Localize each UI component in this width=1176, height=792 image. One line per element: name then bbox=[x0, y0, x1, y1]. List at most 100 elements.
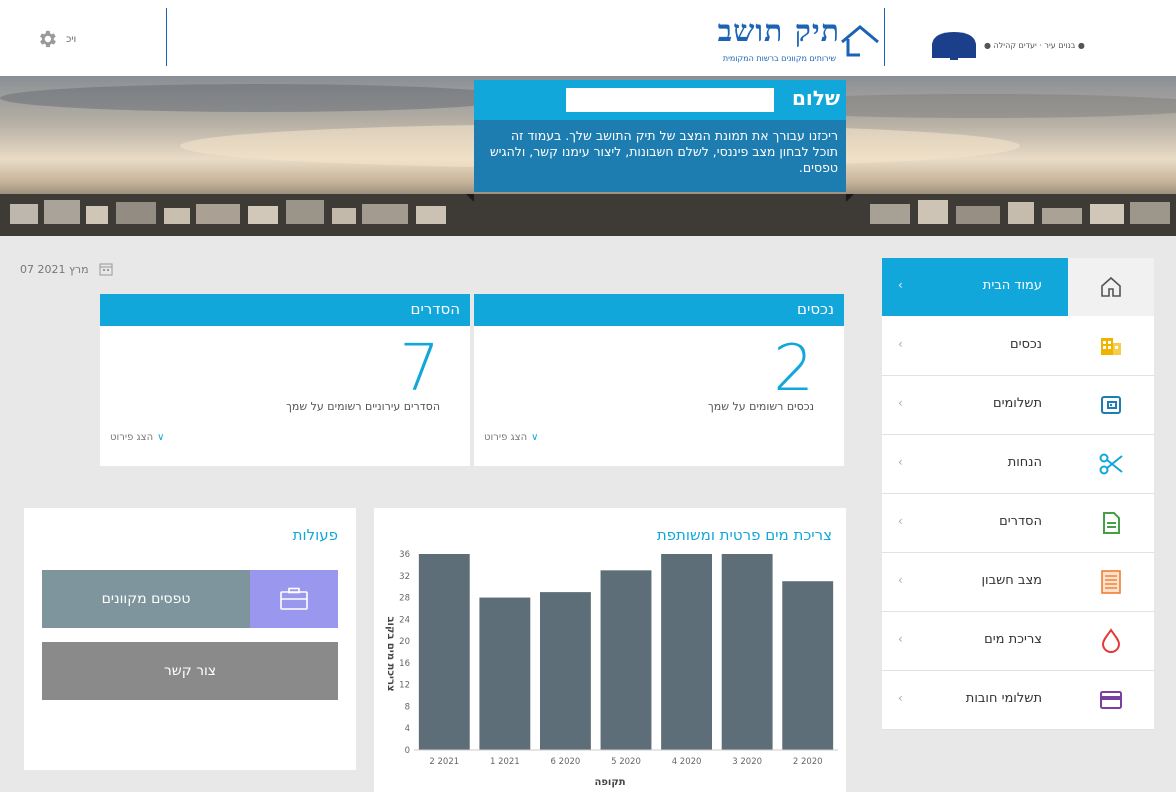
y-tick-label: 32 bbox=[399, 572, 410, 582]
icon-cell bbox=[1068, 494, 1154, 552]
chart-bar bbox=[539, 592, 591, 750]
x-tick-label: 6 2020 bbox=[551, 757, 581, 767]
y-tick-label: 20 bbox=[399, 637, 410, 647]
hero-banner: שלום ריכזנו עבורך את תמונת המצב של תיק ה… bbox=[0, 76, 1176, 236]
scissors-icon bbox=[1099, 453, 1123, 475]
show-details-label: הצג פירוט bbox=[484, 432, 528, 443]
top-header: ויכ תיק תושב שירותים מקוונים ברשות המקומ… bbox=[0, 0, 1176, 76]
card-description: הסדרים עירוניים רשומים על שמך bbox=[286, 400, 440, 413]
online-forms-button[interactable]: טפסים מקוונים bbox=[42, 570, 338, 628]
chevron-left-icon: ‹ bbox=[898, 278, 903, 292]
nav-item-properties[interactable]: ‹ נכסים bbox=[882, 317, 1154, 376]
icon-cell bbox=[1068, 435, 1154, 493]
calendar-icon bbox=[99, 263, 113, 276]
welcome-text: ריכזנו עבורך את תמונת המצב של תיק התושב … bbox=[489, 128, 838, 175]
document-icon bbox=[1103, 512, 1120, 534]
municipality-text: ● בנוים עיר · יעדים קהילה ● bbox=[984, 40, 1085, 50]
nav-item-label: מצב חשבון bbox=[981, 573, 1043, 588]
welcome-message-box: שלום ריכזנו עבורך את תמונת המצב של תיק ה… bbox=[474, 80, 846, 192]
icon-cell bbox=[1068, 376, 1154, 434]
chevron-down-icon: ∨ bbox=[157, 432, 165, 443]
card-description: נכסים רשומים על שמך bbox=[707, 400, 814, 413]
y-tick-label: 0 bbox=[405, 746, 410, 756]
nav-item-label: הסדרים bbox=[999, 514, 1042, 529]
show-details-label: הצג פירוט bbox=[110, 432, 154, 443]
logo-subtitle: שירותים מקוונים ברשות המקומית bbox=[722, 54, 836, 63]
nav-item-home[interactable]: ‹ עמוד הבית bbox=[882, 258, 1154, 317]
y-tick-label: 12 bbox=[399, 681, 410, 691]
greeting-title: שלום bbox=[791, 86, 840, 110]
gear-icon[interactable] bbox=[36, 28, 58, 50]
x-axis-label: תקופה bbox=[594, 777, 625, 788]
y-tick-label: 16 bbox=[399, 659, 410, 669]
y-tick-label: 28 bbox=[399, 594, 410, 604]
nav-item-payments[interactable]: ‹ תשלומים bbox=[882, 376, 1154, 435]
show-details-link[interactable]: הצג פירוט ∨ bbox=[110, 432, 164, 443]
chevron-left-icon: ‹ bbox=[898, 396, 903, 410]
home-icon bbox=[1101, 276, 1121, 297]
nav-item-label: תשלומים bbox=[992, 396, 1042, 411]
x-tick-label: 3 2020 bbox=[732, 757, 762, 767]
x-tick-label: 1 2021 bbox=[490, 757, 520, 767]
icon-cell bbox=[1068, 612, 1154, 670]
actions-title: פעולות bbox=[292, 526, 338, 544]
chevron-left-icon: ‹ bbox=[898, 691, 903, 705]
icon-cell bbox=[1068, 317, 1154, 375]
chevron-left-icon: ‹ bbox=[898, 337, 903, 351]
contact-us-button[interactable]: צור קשר bbox=[42, 642, 338, 700]
y-axis-label: צריכת מים בקוב bbox=[385, 616, 396, 691]
nav-item-discounts[interactable]: ‹ הנחות bbox=[882, 435, 1154, 494]
briefcase-icon-cell bbox=[250, 570, 338, 628]
chart-bar bbox=[782, 581, 834, 750]
user-menu[interactable]: ויכ bbox=[36, 28, 76, 50]
properties-card[interactable]: נכסים 2 נכסים רשומים על שמך הצג פירוט ∨ bbox=[474, 294, 844, 466]
chart-bar bbox=[600, 570, 652, 750]
nav-item-label: צריכת מים bbox=[984, 632, 1042, 647]
chart-bar bbox=[661, 554, 713, 750]
x-tick-label: 2 2021 bbox=[429, 757, 459, 767]
arrangements-card[interactable]: הסדרים 7 הסדרים עירוניים רשומים על שמך ה… bbox=[100, 294, 470, 466]
nav-item-label: תשלומי חובות bbox=[965, 691, 1042, 706]
nav-item-account-status[interactable]: ‹ מצב חשבון bbox=[882, 553, 1154, 612]
y-tick-label: 8 bbox=[405, 702, 410, 712]
ledger-icon bbox=[1101, 570, 1121, 594]
date-text: 07 מרץ 2021 bbox=[20, 262, 89, 276]
icon-cell bbox=[1068, 671, 1154, 729]
chart-bar bbox=[721, 554, 773, 750]
user-name-placeholder bbox=[566, 88, 774, 112]
actions-panel: פעולות טפסים מקוונים צור קשר bbox=[24, 508, 356, 770]
logo-title: תיק תושב bbox=[717, 14, 840, 49]
card-title: הסדרים bbox=[100, 294, 470, 326]
municipality-seal-icon bbox=[932, 32, 976, 60]
y-tick-label: 36 bbox=[399, 550, 410, 560]
building-icon bbox=[1101, 338, 1121, 355]
x-tick-label: 5 2020 bbox=[611, 757, 641, 767]
nav-item-debt-payments[interactable]: ‹ תשלומי חובות bbox=[882, 671, 1154, 730]
arrangements-count: 7 bbox=[399, 332, 440, 406]
current-date: 07 מרץ 2021 bbox=[20, 262, 113, 276]
ribbon-fold bbox=[466, 194, 474, 202]
water-drop-icon bbox=[1101, 628, 1121, 653]
chevron-left-icon: ‹ bbox=[898, 514, 903, 528]
header-divider bbox=[166, 8, 167, 66]
site-logo[interactable]: תיק תושב שירותים מקוונים ברשות המקומית bbox=[696, 14, 880, 68]
ribbon-fold bbox=[846, 194, 854, 202]
chevron-left-icon: ‹ bbox=[898, 632, 903, 646]
card-title: נכסים bbox=[474, 294, 844, 326]
properties-count: 2 bbox=[773, 332, 814, 406]
icon-cell bbox=[1068, 258, 1154, 316]
user-name-label: ויכ bbox=[66, 33, 77, 45]
nav-item-label: הנחות bbox=[1007, 455, 1042, 470]
y-tick-label: 4 bbox=[405, 724, 410, 734]
chevron-down-icon: ∨ bbox=[531, 432, 539, 443]
x-tick-label: 4 2020 bbox=[672, 757, 702, 767]
municipality-logo: ● בנוים עיר · יעדים קהילה ● bbox=[930, 30, 1085, 60]
credit-card-icon bbox=[1100, 691, 1122, 709]
water-consumption-chart: צריכת מים בקוב תקופה 0 4 8 12 16 20 24 28 32 36 2 … bbox=[385, 550, 838, 788]
show-details-link[interactable]: הצג פירוט ∨ bbox=[484, 432, 538, 443]
welcome-header: שלום bbox=[474, 80, 846, 120]
nav-item-arrangements[interactable]: ‹ הסדרים bbox=[882, 494, 1154, 553]
house-logo-icon bbox=[841, 25, 879, 57]
nav-item-water-consumption[interactable]: ‹ צריכת מים bbox=[882, 612, 1154, 671]
chevron-left-icon: ‹ bbox=[898, 455, 903, 469]
